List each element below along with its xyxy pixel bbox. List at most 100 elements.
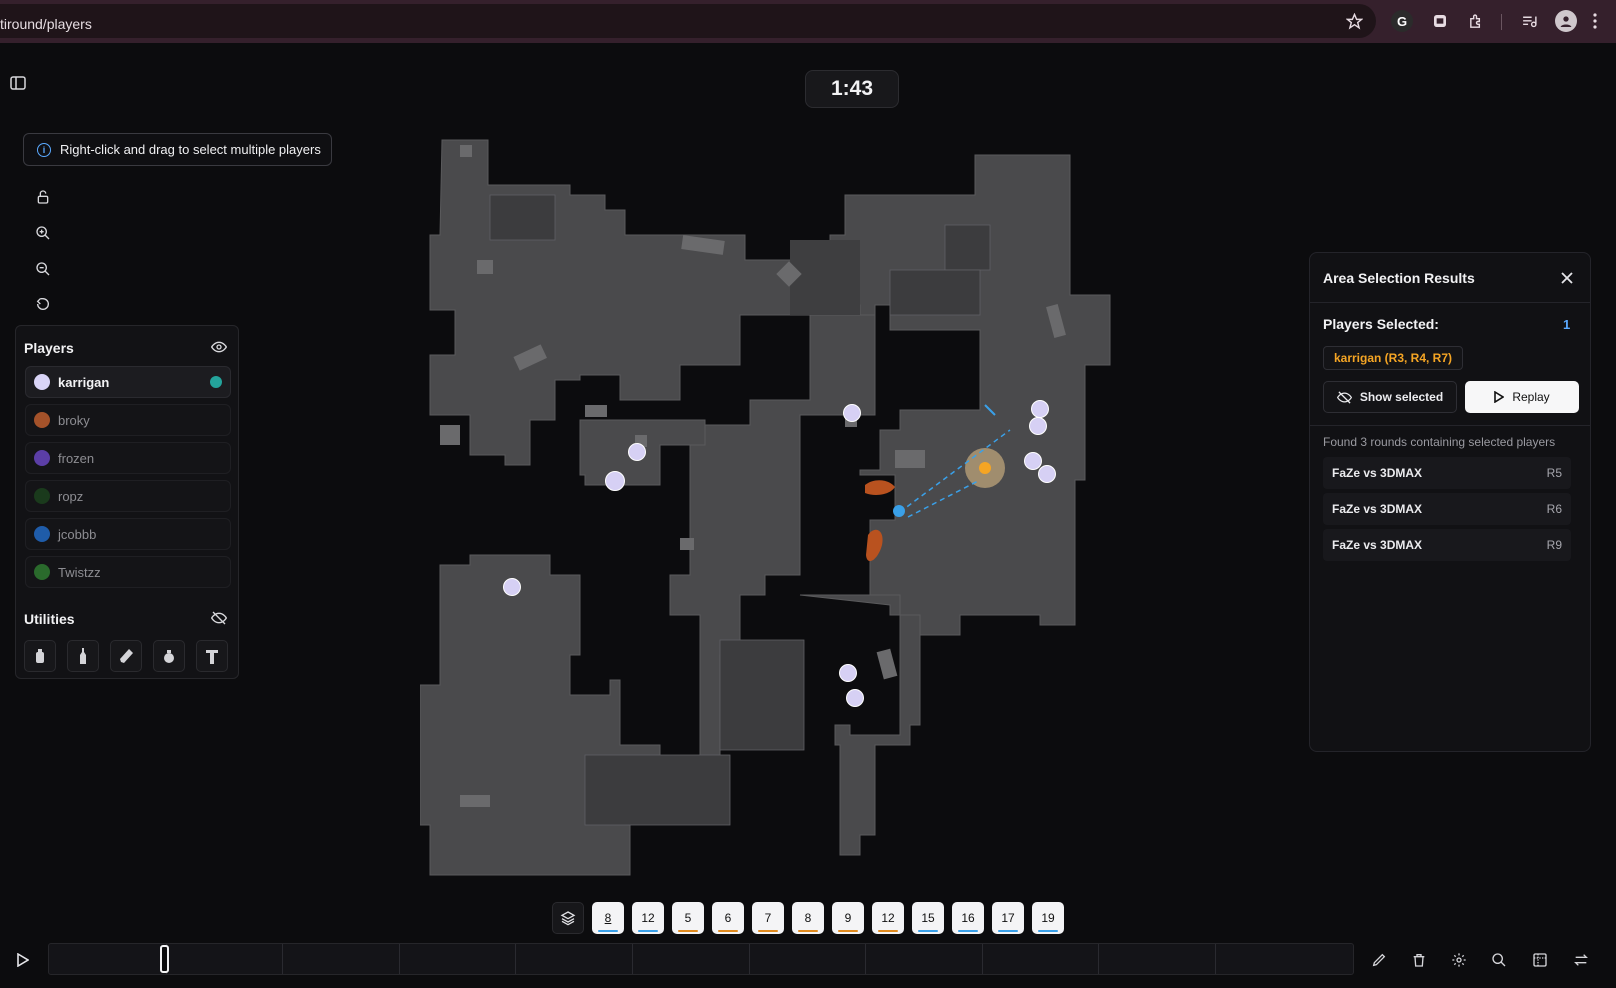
browser-menu-icon[interactable] (1588, 10, 1602, 32)
swap-button[interactable] (1567, 946, 1595, 974)
puzzle-extensions-icon[interactable] (1465, 10, 1487, 32)
pen-tool-button[interactable] (1365, 946, 1393, 974)
player-row-frozen[interactable]: frozen (25, 442, 231, 474)
flashbang-button[interactable] (110, 640, 142, 672)
selection-hint: i Right-click and drag to select multipl… (23, 133, 332, 166)
layers-button[interactable] (552, 902, 584, 934)
profile-avatar-icon[interactable] (1555, 10, 1577, 32)
he-grenade-button[interactable] (153, 640, 185, 672)
swap-arrows-icon (1574, 954, 1588, 966)
player-marker[interactable] (1031, 400, 1049, 418)
area-panel-title: Area Selection Results (1323, 270, 1475, 286)
round-chip-side-bar (678, 930, 698, 932)
area-panel-header: Area Selection Results (1310, 253, 1590, 303)
search-button[interactable] (1485, 946, 1513, 974)
round-chip[interactable]: 12 (632, 902, 664, 934)
url-text: tiround/players (0, 16, 92, 32)
player-color-dot (34, 450, 50, 466)
round-chip[interactable]: 9 (832, 902, 864, 934)
player-marker[interactable] (628, 443, 646, 461)
round-chip[interactable]: 12 (872, 902, 904, 934)
round-result-row[interactable]: FaZe vs 3DMAX R6 (1323, 493, 1571, 525)
round-chip[interactable]: 8 (792, 902, 824, 934)
round-chip-label: 8 (604, 911, 612, 925)
replay-button[interactable]: Replay (1465, 381, 1579, 413)
zoom-in-icon[interactable] (30, 220, 56, 246)
close-icon[interactable] (1558, 269, 1576, 287)
play-button[interactable] (9, 946, 37, 974)
decoy-icon (206, 650, 218, 664)
molotov-button[interactable] (67, 640, 99, 672)
round-number: R6 (1546, 502, 1562, 516)
player-marker[interactable] (843, 404, 861, 422)
bookmark-star-icon[interactable] (1343, 10, 1365, 32)
timeline-tick (632, 944, 633, 974)
info-icon: i (37, 142, 51, 157)
round-chip[interactable]: 8 (592, 902, 624, 934)
round-result-row[interactable]: FaZe vs 3DMAX R9 (1323, 529, 1571, 561)
timeline-tick (282, 944, 283, 974)
players-panel: Players karrigan broky frozen ropz jcobb… (15, 325, 239, 679)
zoom-out-icon[interactable] (30, 256, 56, 282)
round-chip[interactable]: 16 (952, 902, 984, 934)
timeline-track[interactable] (48, 943, 1354, 975)
player-marker[interactable] (1029, 417, 1047, 435)
delete-button[interactable] (1405, 946, 1433, 974)
media-controls-icon[interactable] (1518, 10, 1540, 32)
round-chip[interactable]: 7 (752, 902, 784, 934)
round-chip[interactable]: 19 (1032, 902, 1064, 934)
grammarly-extension-icon[interactable]: G (1391, 10, 1413, 32)
round-chip-side-bar (998, 930, 1018, 932)
panel-divider (1310, 425, 1590, 426)
play-icon (1494, 391, 1505, 403)
decoy-button[interactable] (196, 640, 228, 672)
round-chip-side-bar (838, 930, 858, 932)
round-result-row[interactable]: FaZe vs 3DMAX R5 (1323, 457, 1571, 489)
round-chip-label: 8 (804, 911, 812, 925)
area-select-button[interactable] (1526, 946, 1554, 974)
round-match: FaZe vs 3DMAX (1332, 466, 1423, 480)
smoke-grenade-button[interactable] (24, 640, 56, 672)
player-row-ropz[interactable]: ropz (25, 480, 231, 512)
player-row-jcobbb[interactable]: jcobbb (25, 518, 231, 550)
round-chip[interactable]: 17 (992, 902, 1024, 934)
players-title: Players (24, 340, 74, 356)
player-row-karrigan[interactable]: karrigan (25, 366, 231, 398)
address-bar[interactable]: tiround/players (0, 4, 1376, 38)
round-chip-side-bar (918, 930, 938, 932)
timeline-scrubber[interactable] (160, 945, 169, 973)
molotov-icon (80, 648, 86, 664)
round-chip-label: 15 (921, 911, 935, 925)
eye-icon[interactable] (210, 338, 228, 356)
player-row-twistzz[interactable]: Twistzz (25, 556, 231, 588)
show-selected-button[interactable]: Show selected (1323, 381, 1457, 413)
lock-icon[interactable] (30, 184, 56, 210)
round-number: R9 (1546, 538, 1562, 552)
extension-icon[interactable] (1429, 10, 1451, 32)
timeline-tick (865, 944, 866, 974)
player-color-dot (34, 412, 50, 428)
play-icon (17, 953, 29, 967)
round-chip-side-bar (798, 930, 818, 932)
area-selection-panel: Area Selection Results Players Selected:… (1309, 252, 1591, 752)
player-marker[interactable] (605, 471, 625, 491)
radar-map[interactable] (420, 135, 1120, 880)
round-chip[interactable]: 5 (672, 902, 704, 934)
player-marker[interactable] (1038, 465, 1056, 483)
grid-select-icon (1533, 953, 1547, 967)
player-row-broky[interactable]: broky (25, 404, 231, 436)
sidebar-toggle-icon[interactable] (8, 73, 28, 93)
reset-view-icon[interactable] (30, 291, 56, 317)
round-chip[interactable]: 15 (912, 902, 944, 934)
round-chip[interactable]: 6 (712, 902, 744, 934)
timeline-tick (399, 944, 400, 974)
eye-off-icon[interactable] (210, 609, 228, 627)
selected-player-tag[interactable]: karrigan (R3, R4, R7) (1323, 346, 1463, 370)
player-marker[interactable] (846, 689, 864, 707)
settings-button[interactable] (1445, 946, 1473, 974)
pen-icon (1372, 953, 1386, 967)
round-chip-label: 9 (844, 911, 852, 925)
round-chip-label: 7 (764, 911, 772, 925)
player-marker[interactable] (503, 578, 521, 596)
player-marker[interactable] (839, 664, 857, 682)
